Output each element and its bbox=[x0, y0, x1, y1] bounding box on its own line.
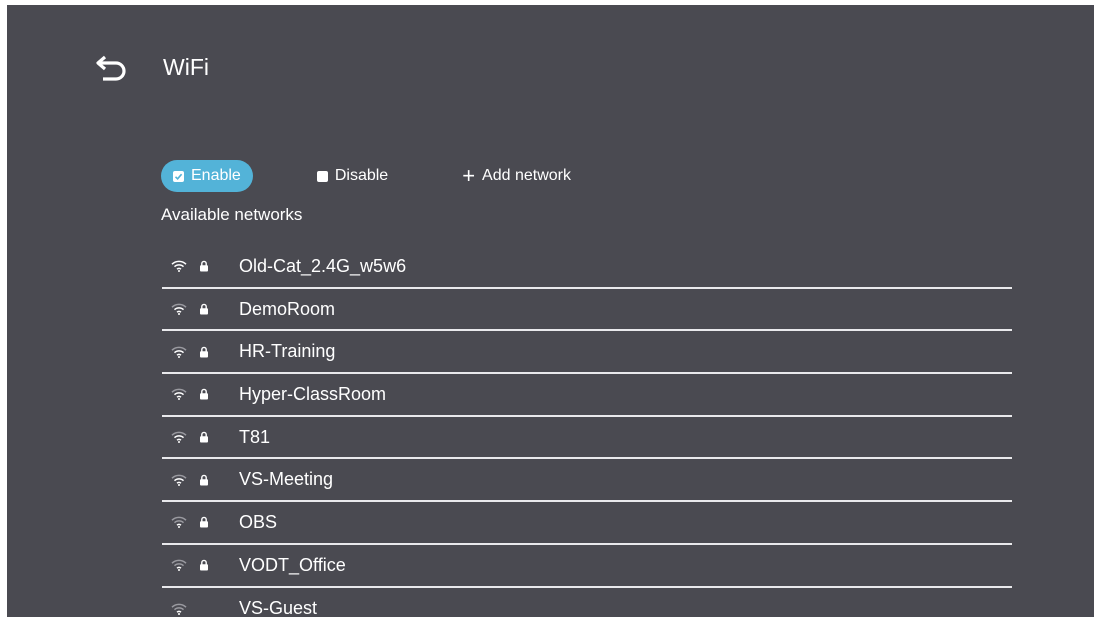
lock-icon bbox=[200, 517, 208, 528]
wifi-options: Enable Disable + Add network bbox=[161, 160, 571, 192]
wifi-weak-icon bbox=[171, 603, 187, 615]
enable-label: Enable bbox=[191, 167, 241, 184]
checkbox-checked-icon bbox=[173, 170, 184, 182]
wifi-medium-icon bbox=[171, 303, 187, 316]
lock-icon bbox=[200, 389, 208, 400]
network-ssid: T81 bbox=[239, 426, 271, 447]
network-ssid: OBS bbox=[239, 511, 278, 532]
wifi-medium-icon bbox=[171, 346, 187, 358]
network-ssid: HR-Training bbox=[239, 341, 336, 362]
wifi-medium-icon bbox=[171, 474, 187, 486]
wifi-weak-icon bbox=[171, 517, 187, 529]
wifi-strong-icon bbox=[171, 260, 187, 273]
wifi-medium-icon bbox=[171, 389, 187, 401]
network-row[interactable]: DemoRoom bbox=[162, 289, 1012, 332]
back-button[interactable] bbox=[93, 51, 133, 85]
network-ssid: VS-Meeting bbox=[239, 469, 334, 490]
checkbox-unchecked-icon bbox=[316, 170, 328, 182]
wifi-medium-icon bbox=[171, 431, 187, 444]
page-title: WiFi bbox=[163, 54, 209, 80]
network-ssid: VODT_Office bbox=[239, 554, 346, 575]
network-row[interactable]: VS-Meeting bbox=[162, 459, 1012, 503]
lock-icon bbox=[200, 559, 208, 571]
back-arrow-icon bbox=[96, 55, 126, 81]
network-ssid: Old-Cat_2.4G_w5w6 bbox=[239, 255, 407, 276]
available-networks-heading: Available networks bbox=[161, 205, 303, 224]
lock-icon bbox=[200, 474, 208, 486]
enable-option[interactable]: Enable bbox=[161, 160, 253, 192]
network-list: Old-Cat_2.4G_w5w6 DemoRoom HR-Training H… bbox=[162, 246, 1012, 617]
wifi-weak-icon bbox=[171, 559, 187, 572]
lock-icon bbox=[200, 346, 208, 358]
network-row[interactable]: VS-Guest bbox=[162, 588, 1012, 617]
network-row[interactable]: Old-Cat_2.4G_w5w6 bbox=[162, 246, 1012, 289]
network-row[interactable]: T81 bbox=[162, 417, 1012, 460]
plus-icon: + bbox=[462, 163, 476, 188]
add-network-label: Add network bbox=[482, 167, 571, 184]
network-ssid: DemoRoom bbox=[239, 298, 336, 319]
lock-icon bbox=[200, 431, 208, 443]
add-network-button[interactable]: + Add network bbox=[462, 160, 571, 192]
wifi-settings-screen: WiFi Enable Disable + Add network Availa… bbox=[7, 5, 1094, 617]
disable-label: Disable bbox=[334, 167, 389, 184]
network-row[interactable]: VODT_Office bbox=[162, 545, 1012, 588]
lock-icon bbox=[200, 261, 208, 272]
lock-icon bbox=[200, 303, 208, 315]
disable-option[interactable]: Disable bbox=[316, 160, 389, 192]
network-row[interactable]: OBS bbox=[162, 502, 1012, 545]
network-row[interactable]: HR-Training bbox=[162, 331, 1012, 375]
network-ssid: Hyper-ClassRoom bbox=[239, 383, 387, 404]
network-row[interactable]: Hyper-ClassRoom bbox=[162, 374, 1012, 417]
network-ssid: VS-Guest bbox=[239, 598, 318, 617]
